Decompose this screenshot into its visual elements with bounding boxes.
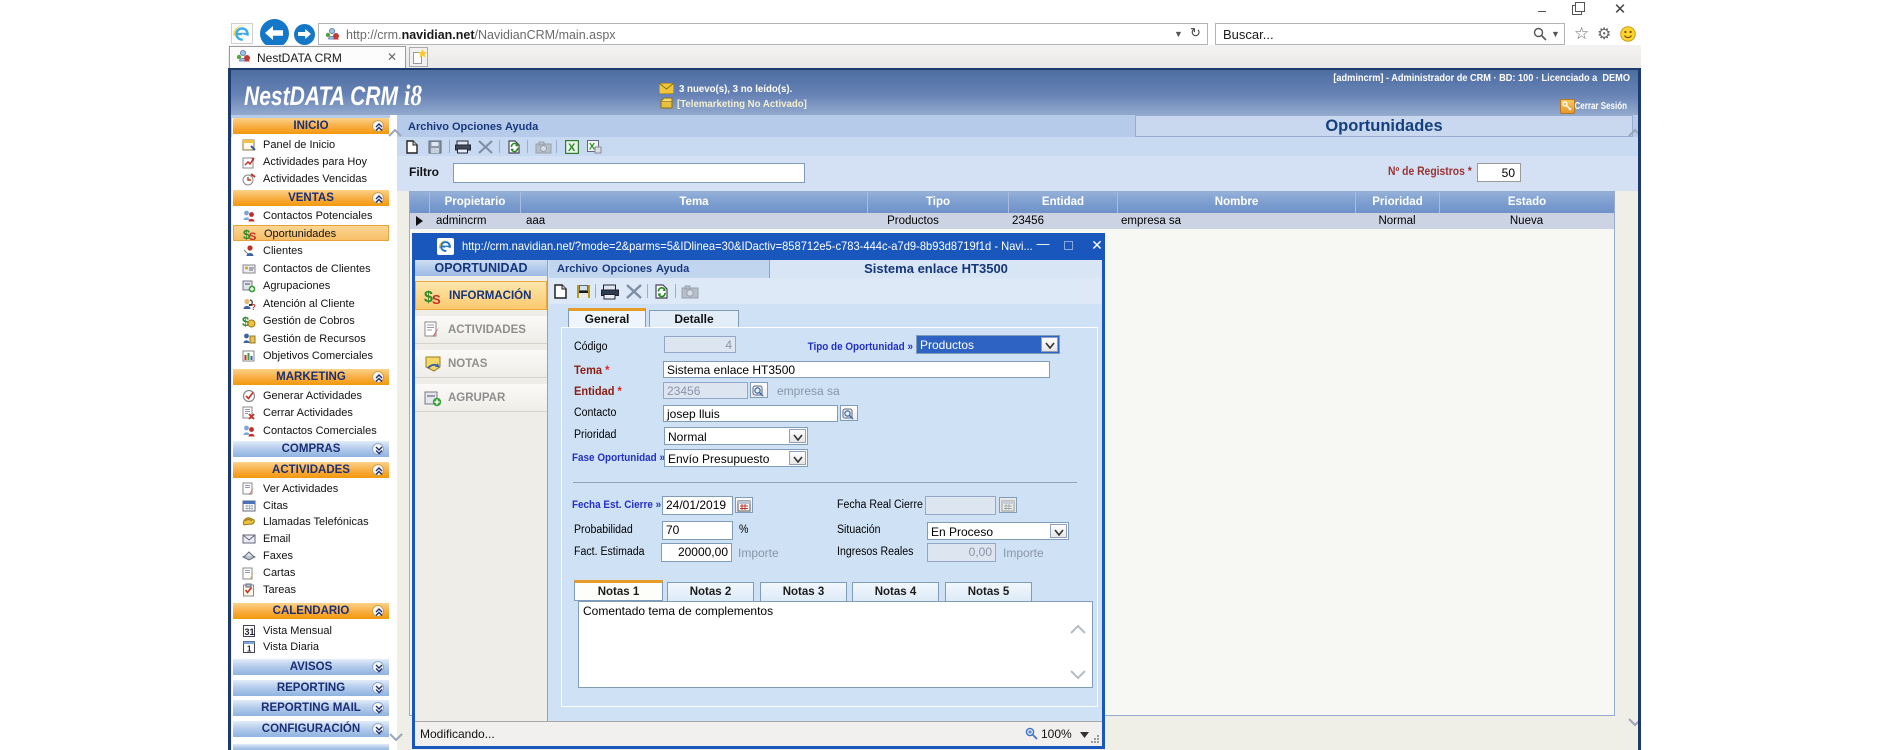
svg-text:S: S bbox=[432, 292, 441, 305]
svg-text:X: X bbox=[568, 142, 576, 154]
svg-text:?: ? bbox=[251, 303, 256, 311]
svg-text:31: 31 bbox=[245, 627, 255, 637]
svg-text:S: S bbox=[249, 231, 256, 241]
svg-text:1: 1 bbox=[247, 645, 252, 654]
svg-text:X: X bbox=[589, 142, 595, 152]
